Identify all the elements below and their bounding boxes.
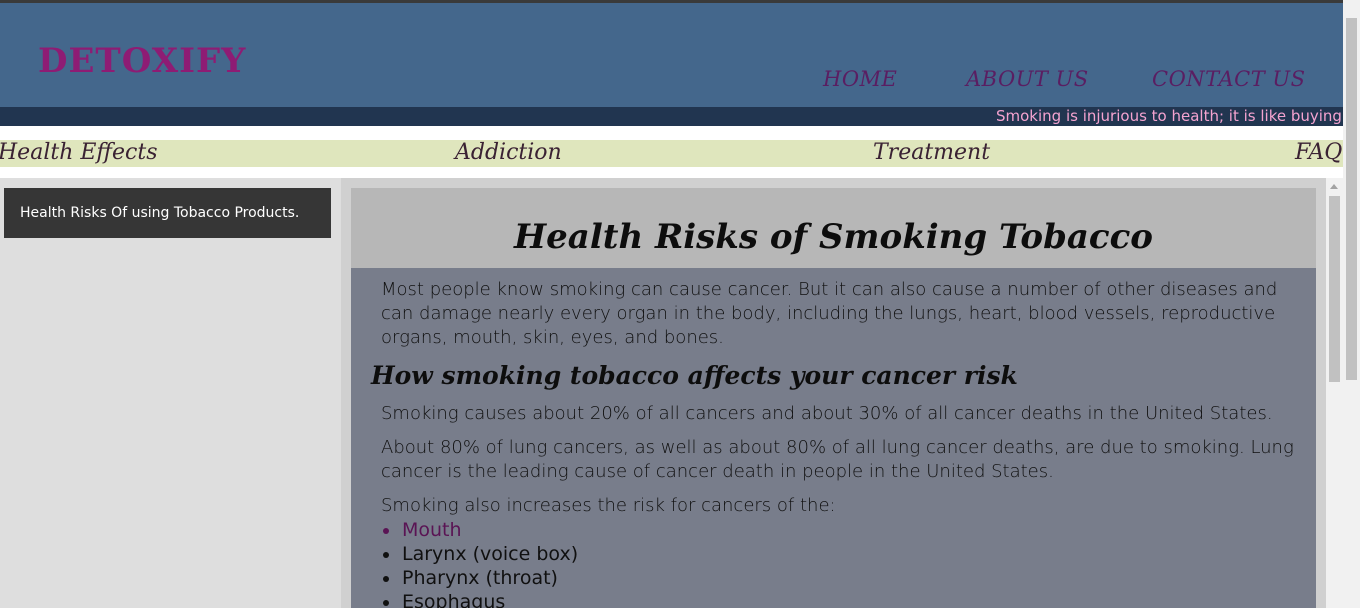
nav-home-link[interactable]: HOME <box>823 67 897 91</box>
content-scrollbar[interactable] <box>1326 178 1343 608</box>
main-nav: HOME ABOUT US CONTACT US <box>0 67 1343 97</box>
paragraph-lung-cancer: About 80% of lung cancers, as well as ab… <box>381 437 1294 482</box>
scroll-up-arrow-icon[interactable] <box>1330 184 1338 189</box>
nav-contact-us-link[interactable]: CONTACT US <box>1152 67 1306 91</box>
topic-addiction-link[interactable]: Addiction <box>455 140 562 166</box>
list-item-label: Esophagus <box>402 591 506 608</box>
topic-faq-link[interactable]: FAQ <box>1295 140 1342 166</box>
article-frame: Health Risks of Smoking Tobacco Most peo… <box>341 178 1326 608</box>
nav-about-us-link[interactable]: ABOUT US <box>966 67 1089 91</box>
article-body: Most people know smoking can cause cance… <box>351 268 1316 608</box>
article-title-bar: Health Risks of Smoking Tobacco <box>351 188 1316 268</box>
content-scroll-thumb[interactable] <box>1329 196 1340 382</box>
site-header: DETOXIFY HOME ABOUT US CONTACT US <box>0 3 1343 107</box>
section-heading: How smoking tobacco affects your cancer … <box>371 361 1018 390</box>
list-item: Larynx (voice box) <box>381 542 578 566</box>
cancer-risk-list: Mouth Larynx (voice box) Pharynx (throat… <box>381 518 578 608</box>
bullet-icon <box>383 552 389 558</box>
marquee-text: Smoking is injurious to health; it is li… <box>996 107 1342 125</box>
topic-treatment-link[interactable]: Treatment <box>873 140 990 166</box>
list-item-label: Mouth <box>402 519 462 541</box>
list-item-mouth[interactable]: Mouth <box>381 518 578 542</box>
bullet-icon <box>383 576 389 582</box>
list-item-label: Pharynx (throat) <box>402 567 558 589</box>
bullet-icon <box>383 528 389 534</box>
list-item: Pharynx (throat) <box>381 566 578 590</box>
paragraph-risk-intro: Smoking also increases the risk for canc… <box>381 495 836 516</box>
topic-nav: Health Effects Addiction Treatment FAQ <box>0 140 1343 167</box>
list-item-label: Larynx (voice box) <box>402 543 579 565</box>
paragraph-cancer-stats: Smoking causes about 20% of all cancers … <box>381 403 1273 424</box>
page-scroll-thumb[interactable] <box>1346 18 1357 380</box>
bullet-icon <box>383 600 389 606</box>
article-title: Health Risks of Smoking Tobacco <box>514 217 1153 257</box>
intro-paragraph: Most people know smoking can cause cance… <box>381 279 1278 348</box>
topic-health-effects-link[interactable]: Health Effects <box>0 140 157 166</box>
page-scrollbar[interactable] <box>1343 0 1360 608</box>
sidebar-item-health-risks[interactable]: Health Risks Of using Tobacco Products. <box>4 188 331 238</box>
list-item: Esophagus <box>381 590 578 608</box>
scrolling-marquee: Smoking is injurious to health; it is li… <box>0 107 1343 126</box>
sidebar: Health Risks Of using Tobacco Products. <box>0 178 341 608</box>
